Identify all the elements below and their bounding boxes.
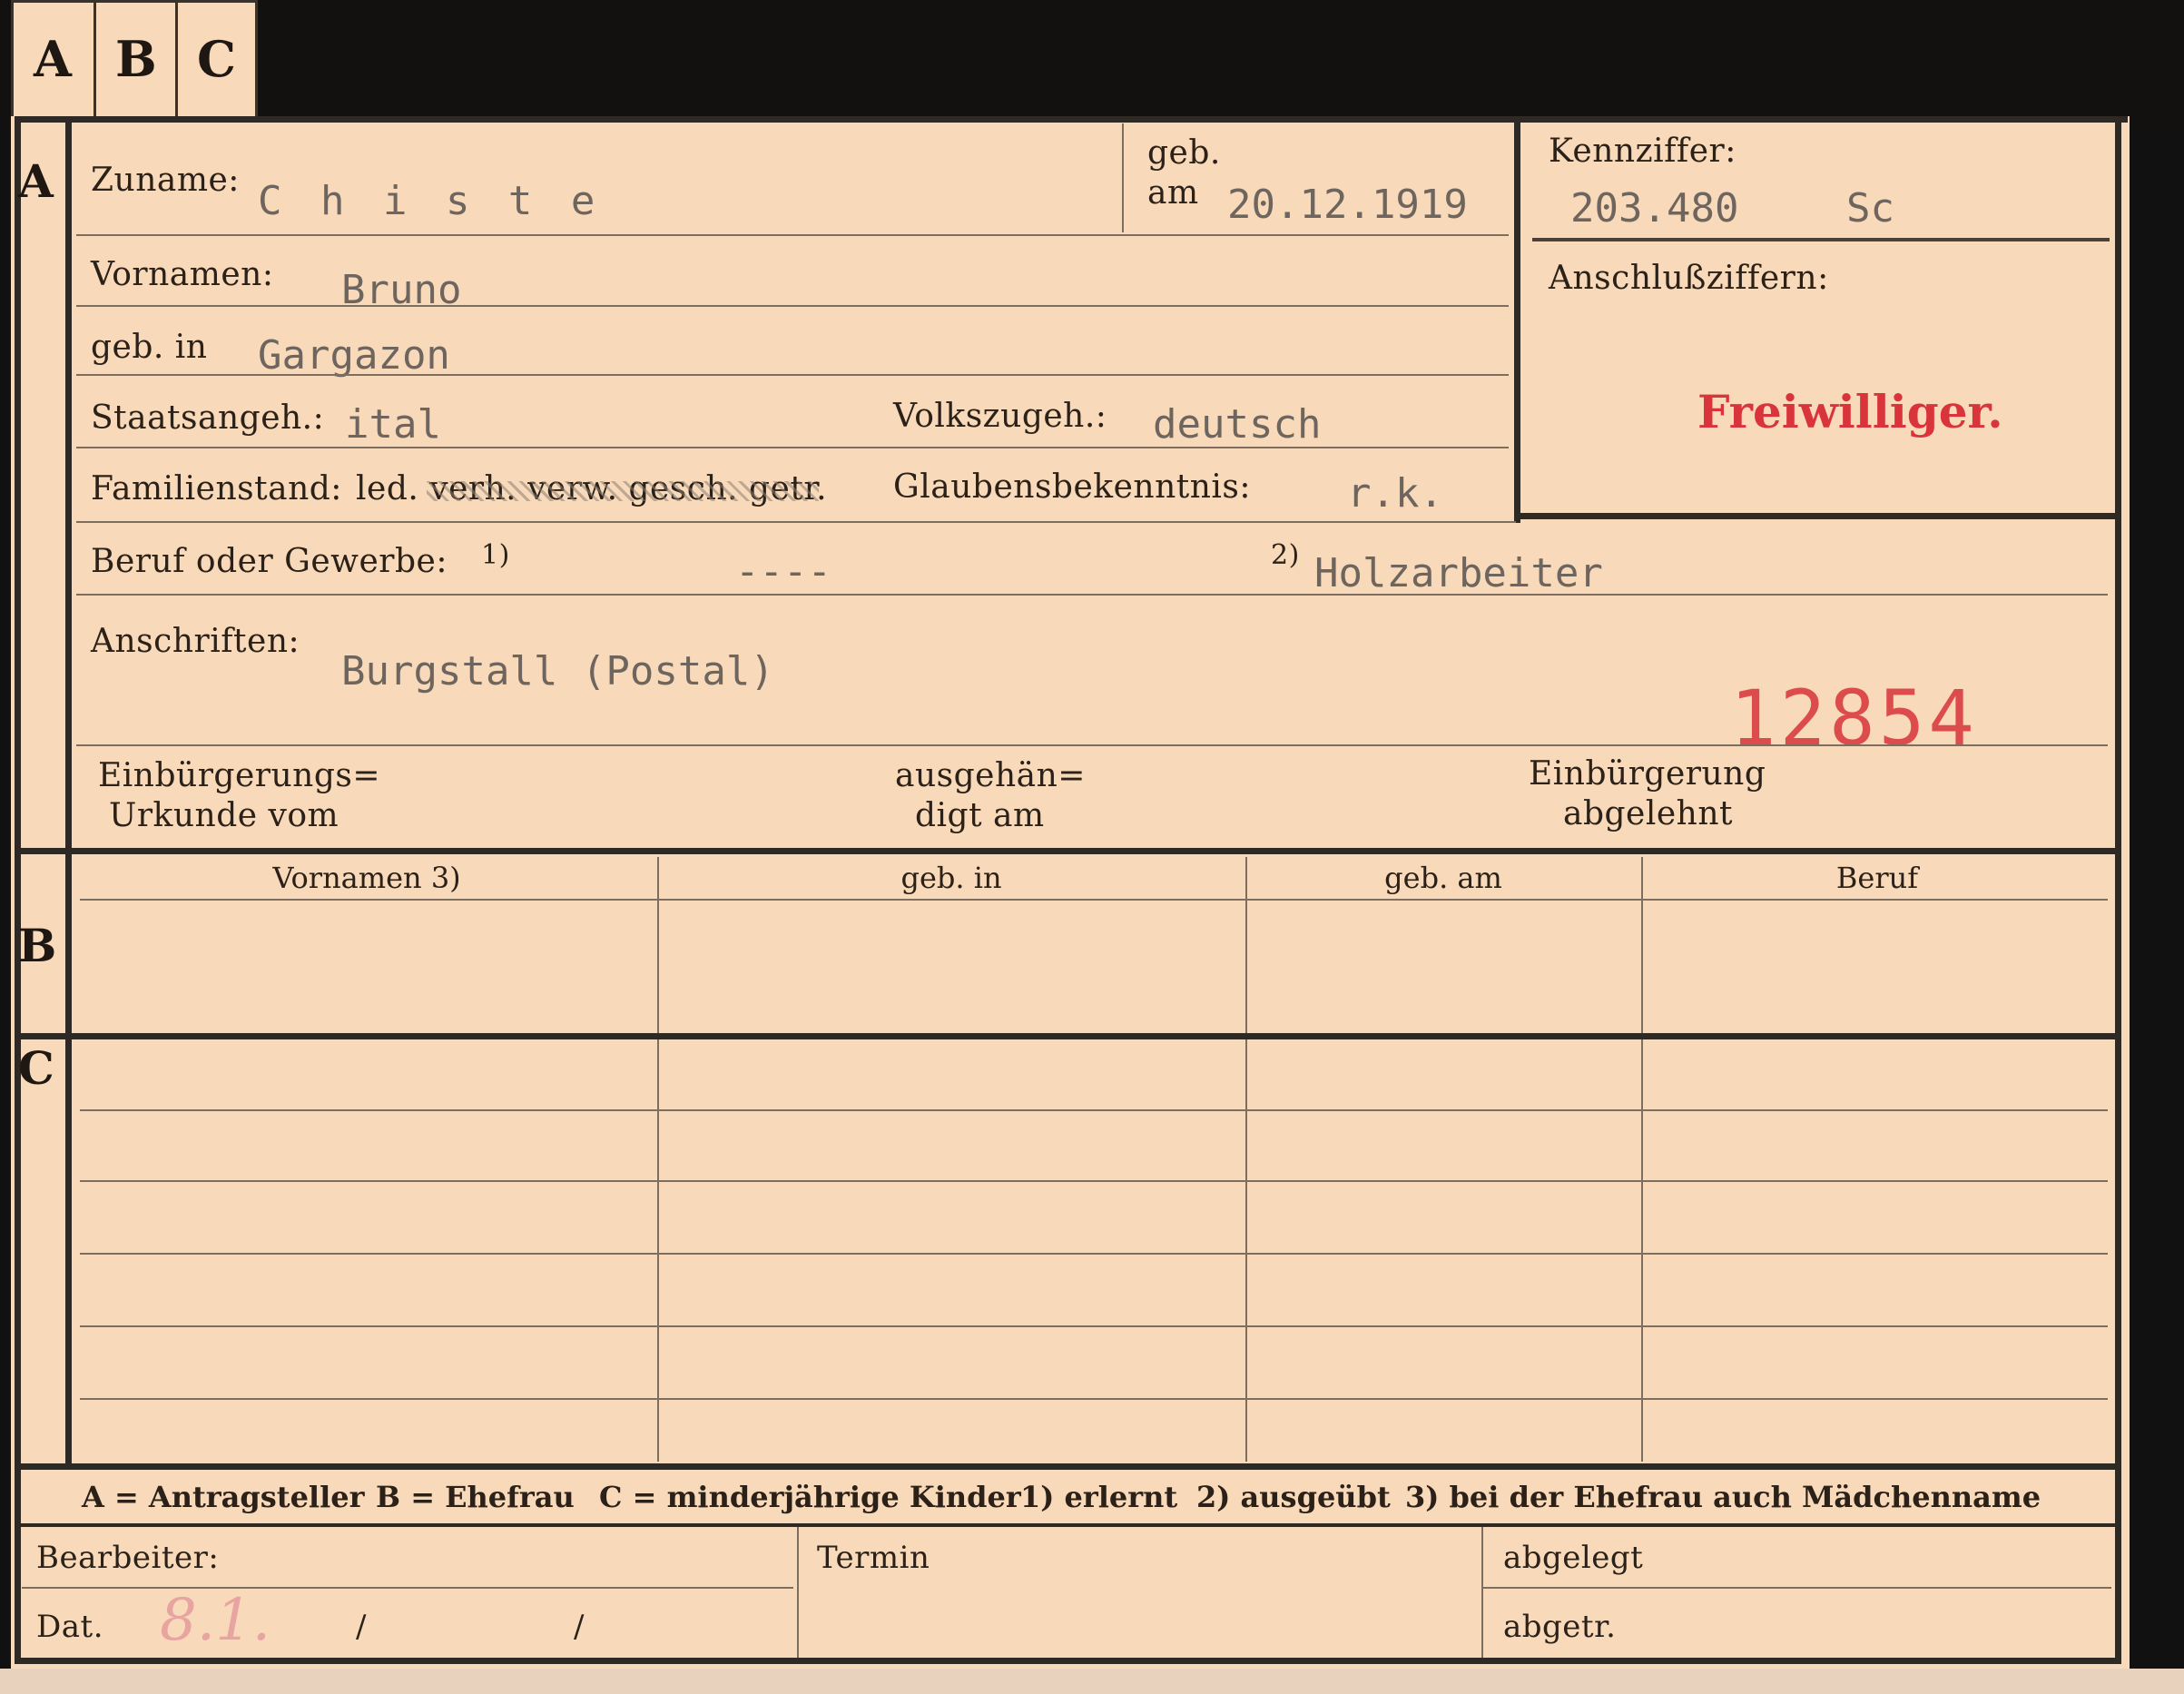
section-divider-ab [15,848,2120,854]
section-b-label: B [18,919,57,972]
table-col-line [657,857,659,1462]
legend-b: B = Ehefrau [376,1480,575,1514]
am-label: am [1147,174,1199,212]
number-stamp: 12854 [1730,674,1978,763]
row-line [76,521,1516,523]
abgelegt-label: abgelegt [1503,1540,1644,1576]
kennziffer-divider [1532,238,2110,241]
ausgehaendigt-line1: ausgehän= [895,757,1086,794]
zuname-value: C h i s t e [258,178,603,224]
section-divider-bc [15,1033,2120,1039]
anschriften-label: Anschriften: [91,623,300,660]
section-c-label: C [18,1041,54,1095]
vornamen-label: Vornamen: [91,256,274,293]
footer-col-line [1481,1527,1483,1658]
bearbeiter-label: Bearbeiter: [36,1540,220,1576]
row-line [76,447,1509,448]
volks-label: Volkszugeh.: [893,398,1107,435]
kennziffer-box-left [1514,116,1520,523]
scan-edge [0,1669,2184,1694]
frame-right [2115,116,2121,1664]
geb-divider [1122,123,1124,232]
frame-top [15,116,2128,123]
geb-in-value: Gargazon [258,332,450,379]
familien-strikeout [427,481,819,501]
tab-divider [175,3,178,123]
beruf-value-1: ---- [735,548,831,595]
table-col-line [1245,857,1247,1462]
freiwilliger-stamp: Freiwilliger. [1697,385,2003,438]
beruf-label: Beruf oder Gewerbe: [91,543,448,580]
legend-note-3: 3) bei der Ehefrau auch Mädchenname [1405,1480,2041,1514]
footer-line [22,1587,793,1589]
legend-c: C = minderjährige Kinder [599,1480,1021,1514]
child-row-line [80,1253,2108,1255]
col-head-vornamen: Vornamen 3) [272,861,461,895]
legend-note-1: 1) erlernt [1020,1480,1178,1514]
staats-label: Staatsangeh.: [91,399,325,437]
dat-handwritten: 8.1. [160,1587,271,1654]
dat-label: Dat. [36,1609,104,1645]
tab-letter-b: B [115,30,157,88]
volks-value: deutsch [1153,401,1322,448]
abgetr-label: abgetr. [1503,1609,1617,1645]
legend-note-2: 2) ausgeübt [1196,1480,1391,1514]
tab-letter-c: C [197,30,236,88]
row-line [76,305,1509,307]
anschriften-value: Burgstall (Postal) [341,648,774,694]
frame-bottom [15,1658,2120,1664]
geb-in-label: geb. in [91,329,208,366]
row-line [76,744,2108,746]
beruf-note-1: 1) [481,539,510,571]
legend-bottom-line [15,1523,2120,1527]
registration-card: A B C A B C Zuname: C h i s t e geb. am … [0,0,2184,1694]
row-line [76,594,2108,596]
kennziffer-value: 203.480 [1570,185,1739,231]
kennziffer-box-bottom [1514,513,2115,519]
legend-a: A = Antragsteller [82,1480,365,1514]
familien-label: Familienstand: [91,470,342,507]
geb-am-value: 20.12.1919 [1227,182,1468,228]
staats-value: ital [345,401,441,448]
section-a-label: A [18,154,54,208]
child-row-line [80,1398,2108,1400]
row-line [76,234,1509,236]
legend-top-line [15,1463,2120,1470]
beruf-value-2: Holzarbeiter [1314,550,1603,596]
frame-left-inner [65,116,72,1469]
table-header-line [80,899,2108,901]
col-head-geb-in: geb. in [900,861,1002,895]
einb-urkunde-line2: Urkunde vom [109,797,339,834]
glaubens-value: r.k. [1347,470,1443,517]
top-dark-band [0,0,2184,123]
kennziffer-suffix: Sc [1846,185,1894,231]
tab-letter-a: A [34,30,72,88]
footer-line [1483,1587,2111,1589]
termin-label: Termin [817,1540,930,1576]
glaubens-label: Glaubensbekenntnis: [893,468,1252,506]
einb-abgelehnt-line1: Einbürgerung [1529,755,1766,793]
dat-slash-2: / [574,1609,585,1645]
footer-col-line [797,1527,799,1658]
index-tab: A B C [11,0,258,123]
child-row-line [80,1325,2108,1327]
child-row-line [80,1109,2108,1111]
geb-label: geb. [1147,134,1221,172]
zuname-label: Zuname: [91,162,240,199]
einb-urkunde-line1: Einbürgerungs= [98,757,381,794]
child-row-line [80,1180,2108,1182]
row-line [76,374,1509,376]
table-col-line [1641,857,1643,1462]
anschluss-label: Anschlußziffern: [1549,260,1829,297]
beruf-note-2: 2) [1271,539,1300,571]
tab-divider [93,3,96,123]
ausgehaendigt-line2: digt am [915,797,1045,834]
kennziffer-label: Kennziffer: [1549,133,1736,170]
col-head-geb-am: geb. am [1384,861,1502,895]
col-head-beruf: Beruf [1835,861,1919,895]
einb-abgelehnt-line2: abgelehnt [1563,795,1734,832]
dat-slash-1: / [356,1609,367,1645]
frame-left [15,116,21,1664]
